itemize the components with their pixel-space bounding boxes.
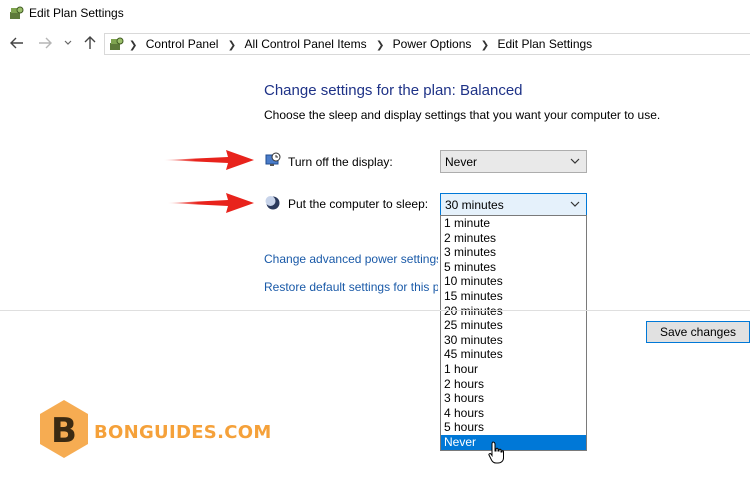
restore-defaults-link[interactable]: Restore default settings for this plan (264, 280, 438, 294)
window-title: Edit Plan Settings (29, 6, 124, 20)
chevron-down-icon[interactable] (64, 40, 72, 46)
back-arrow-icon[interactable] (10, 37, 24, 49)
power-options-icon (10, 6, 24, 19)
title-bar: Edit Plan Settings (0, 0, 750, 28)
sleep-options-list[interactable]: 1 minute 2 minutes 3 minutes 5 minutes 10 mi… (440, 215, 587, 451)
sleep-option[interactable]: 10 minutes (441, 274, 586, 289)
display-timeout-value: Never (445, 155, 478, 169)
forward-arrow-icon[interactable] (38, 37, 52, 49)
chevron-right-icon: ❯ (480, 40, 490, 51)
sleep-option[interactable]: 5 hours (441, 420, 586, 435)
sleep-option[interactable]: 1 minute (441, 216, 586, 231)
sleep-option[interactable]: 1 hour (441, 362, 586, 377)
sleep-option[interactable]: 2 hours (441, 377, 586, 392)
breadcrumb-power-options[interactable]: Power Options (393, 37, 472, 51)
divider (0, 310, 750, 311)
sleep-option[interactable]: 15 minutes (441, 289, 586, 304)
red-arrow-icon (168, 193, 254, 213)
chevron-right-icon: ❯ (129, 40, 138, 51)
sleep-option[interactable]: 2 minutes (441, 231, 586, 246)
moon-icon (265, 196, 280, 210)
address-box[interactable]: ❯ Control Panel ❯ All Control Panel Item… (104, 33, 750, 55)
up-arrow-icon[interactable] (84, 36, 96, 50)
sleep-option[interactable]: Never (441, 434, 586, 450)
save-changes-button[interactable]: Save changes (646, 321, 750, 343)
sleep-timeout-value: 30 minutes (445, 198, 504, 212)
sleep-timeout-select[interactable]: 30 minutes (440, 193, 587, 216)
sleep-label: Put the computer to sleep: (288, 197, 429, 211)
sleep-option[interactable]: 3 minutes (441, 245, 586, 260)
chevron-down-icon (570, 201, 580, 207)
breadcrumb: ❯ Control Panel ❯ All Control Panel Item… (127, 37, 592, 51)
mouse-cursor-icon (488, 441, 504, 464)
page-title: Change settings for the plan: Balanced (264, 82, 523, 99)
display-timeout-select[interactable]: Never (440, 150, 587, 173)
breadcrumb-all-items[interactable]: All Control Panel Items (245, 37, 367, 51)
page-description: Choose the sleep and display settings th… (264, 108, 661, 122)
red-arrow-icon (164, 150, 254, 170)
chevron-right-icon: ❯ (375, 40, 385, 51)
chevron-down-icon (570, 158, 580, 164)
sleep-option[interactable]: 45 minutes (441, 347, 586, 362)
breadcrumb-edit-plan[interactable]: Edit Plan Settings (497, 37, 592, 51)
monitor-clock-icon (265, 152, 281, 166)
sleep-option[interactable]: 25 minutes (441, 318, 586, 333)
sleep-option[interactable]: 30 minutes (441, 333, 586, 348)
advanced-power-settings-link[interactable]: Change advanced power settings (264, 252, 438, 266)
bonguides-logo-icon: B (40, 400, 88, 458)
watermark: B BONGUIDES.COM (36, 398, 271, 468)
watermark-text: BONGUIDES.COM (94, 422, 272, 443)
display-label: Turn off the display: (288, 155, 393, 169)
logo-letter: B (51, 411, 77, 451)
sleep-option[interactable]: 3 hours (441, 391, 586, 406)
sleep-option[interactable]: 5 minutes (441, 260, 586, 275)
chevron-right-icon: ❯ (227, 40, 237, 51)
control-panel-icon (110, 37, 124, 50)
address-bar: ❯ Control Panel ❯ All Control Panel Item… (0, 30, 750, 58)
sleep-option[interactable]: 4 hours (441, 406, 586, 421)
breadcrumb-control-panel[interactable]: Control Panel (146, 37, 219, 51)
